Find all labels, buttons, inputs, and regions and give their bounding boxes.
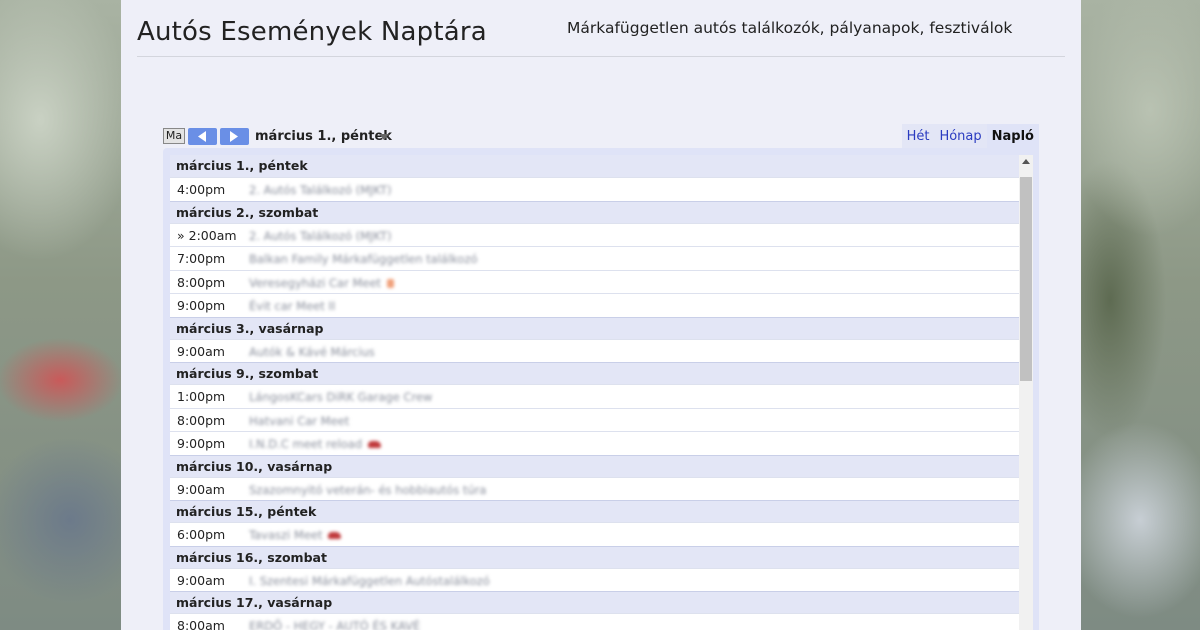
- day-header: március 9., szombat: [170, 362, 1019, 384]
- event-time: 7:00pm: [177, 251, 226, 266]
- page-container: Autós Események Naptára Márkafüggetlen a…: [121, 0, 1081, 630]
- caret-down-icon[interactable]: [379, 134, 389, 140]
- event-time: 9:00pm: [177, 298, 226, 313]
- event-row[interactable]: 9:00pm I.N.D.C meet reload: [170, 431, 1019, 455]
- event-title[interactable]: Tavaszi Meet: [249, 528, 342, 542]
- event-title-text: 2. Autós Találkozó (MJKT): [249, 228, 392, 243]
- event-title-text: I. Szentesi Márkafüggetlen Autóstalálkoz…: [249, 573, 490, 588]
- event-row[interactable]: 7:00pm Balkan Family Márkafüggetlen talál…: [170, 246, 1019, 270]
- event-title[interactable]: Veresegyházi Car Meet: [249, 275, 395, 290]
- event-title-text: Szazomnyitó veterán- és hobbiautós túra: [249, 482, 487, 497]
- agenda-view: március 1., péntek 4:00pm 2. Autós Találko…: [163, 148, 1039, 630]
- car-icon: [328, 532, 342, 539]
- event-title-text: Évit car Meet II: [249, 299, 336, 313]
- previous-button[interactable]: [188, 128, 217, 145]
- event-time: 9:00am: [177, 481, 225, 497]
- event-title[interactable]: I. Szentesi Márkafüggetlen Autóstalálkoz…: [249, 574, 490, 588]
- event-row[interactable]: 8:00pm Hatvani Car Meet: [170, 407, 1019, 431]
- event-title-text: I.N.D.C meet reload: [249, 437, 363, 451]
- scrollbar[interactable]: [1019, 155, 1033, 630]
- event-row[interactable]: 9:00am Autók & Kávé Március: [170, 338, 1019, 362]
- event-row[interactable]: 9:00am I. Szentesi Márkafüggetlen Autósta…: [170, 567, 1019, 591]
- event-row[interactable]: 1:00pm LángosKCars DiRK Garage Crew: [170, 384, 1019, 408]
- day-header: március 2., szombat: [170, 200, 1019, 223]
- tab-agenda[interactable]: Napló: [986, 124, 1039, 150]
- event-title-text: Hatvani Car Meet: [249, 413, 350, 428]
- event-title-text: ERDŐ - HEGY - AUTÓ ÉS KAVÉ: [249, 619, 421, 630]
- event-row[interactable]: 6:00pm Tavaszi Meet: [170, 522, 1019, 546]
- event-title-text: LángosKCars DiRK Garage Crew: [249, 390, 433, 404]
- event-title[interactable]: Balkan Family Márkafüggetlen találkozó: [249, 252, 478, 266]
- calendar-toolbar: Ma március 1., péntek Hét Hónap Napló: [163, 124, 1039, 150]
- event-title[interactable]: I.N.D.C meet reload: [249, 437, 382, 451]
- next-button[interactable]: [220, 128, 249, 145]
- event-row[interactable]: 8:00pm Veresegyházi Car Meet: [170, 269, 1019, 293]
- event-time: 6:00pm: [177, 527, 226, 542]
- day-header: március 15., péntek: [170, 500, 1019, 522]
- event-title[interactable]: Évit car Meet II: [249, 299, 335, 313]
- event-time: 9:00am: [177, 572, 225, 588]
- current-date-label[interactable]: március 1., péntek: [255, 129, 392, 144]
- car-icon: [368, 441, 382, 448]
- event-time: 4:00pm: [177, 182, 226, 197]
- agenda-list[interactable]: március 1., péntek 4:00pm 2. Autós Találko…: [170, 155, 1019, 630]
- site-tagline: Márkafüggetlen autós találkozók, pályana…: [567, 19, 1013, 37]
- event-row[interactable]: 9:00pm Évit car Meet II: [170, 293, 1019, 317]
- event-time: 9:00am: [177, 343, 225, 359]
- day-header: március 1., péntek: [170, 155, 1019, 177]
- event-title[interactable]: 2. Autós Találkozó (MJKT): [249, 229, 392, 243]
- day-header: március 10., vasárnap: [170, 454, 1019, 477]
- event-title[interactable]: ERDŐ - HEGY - AUTÓ ÉS KAVÉ: [249, 619, 420, 630]
- day-header: március 17., vasárnap: [170, 591, 1019, 613]
- tab-week[interactable]: Hét: [901, 124, 935, 150]
- site-header: Autós Események Naptára Márkafüggetlen a…: [137, 0, 1065, 57]
- event-title[interactable]: LángosKCars DiRK Garage Crew: [249, 390, 432, 404]
- arrow-right-icon: [230, 131, 238, 142]
- event-title-text: Veresegyházi Car Meet: [249, 275, 382, 290]
- scroll-thumb[interactable]: [1020, 177, 1032, 381]
- event-row[interactable]: 8:00am ERDŐ - HEGY - AUTÓ ÉS KAVÉ: [170, 613, 1019, 630]
- event-time: 9:00pm: [177, 436, 226, 451]
- event-title[interactable]: Autók & Kávé Március: [249, 345, 375, 359]
- event-row[interactable]: 9:00am Szazomnyitó veterán- és hobbiautós…: [170, 476, 1019, 500]
- event-time: 1:00pm: [177, 389, 226, 404]
- arrow-left-icon: [198, 131, 206, 142]
- event-title-text: 2. Autós Találkozó (MJKT): [249, 183, 392, 197]
- event-title[interactable]: Hatvani Car Meet: [249, 414, 349, 428]
- event-row[interactable]: 4:00pm 2. Autós Találkozó (MJKT): [170, 177, 1019, 201]
- tab-month[interactable]: Hónap: [934, 124, 987, 150]
- site-title: Autós Események Naptára: [137, 17, 487, 47]
- event-time: » 2:00am: [177, 227, 237, 243]
- event-row[interactable]: » 2:00am 2. Autós Találkozó (MJKT): [170, 222, 1019, 246]
- event-time: 8:00pm: [177, 274, 226, 290]
- day-header: március 3., vasárnap: [170, 316, 1019, 339]
- event-time: 8:00am: [177, 618, 225, 630]
- event-time: 8:00pm: [177, 412, 226, 428]
- today-button[interactable]: Ma: [163, 128, 185, 144]
- event-title-text: Balkan Family Márkafüggetlen találkozó: [249, 252, 478, 266]
- day-header: március 16., szombat: [170, 545, 1019, 568]
- view-tabs: Hét Hónap Napló: [901, 124, 1039, 150]
- event-title-text: Autók & Kávé Március: [249, 344, 375, 359]
- event-title[interactable]: Szazomnyitó veterán- és hobbiautós túra: [249, 483, 486, 497]
- event-title[interactable]: 2. Autós Találkozó (MJKT): [249, 183, 392, 197]
- warning-icon: [387, 278, 395, 288]
- event-title-text: Tavaszi Meet: [249, 528, 323, 542]
- scroll-up-icon[interactable]: [1022, 159, 1030, 164]
